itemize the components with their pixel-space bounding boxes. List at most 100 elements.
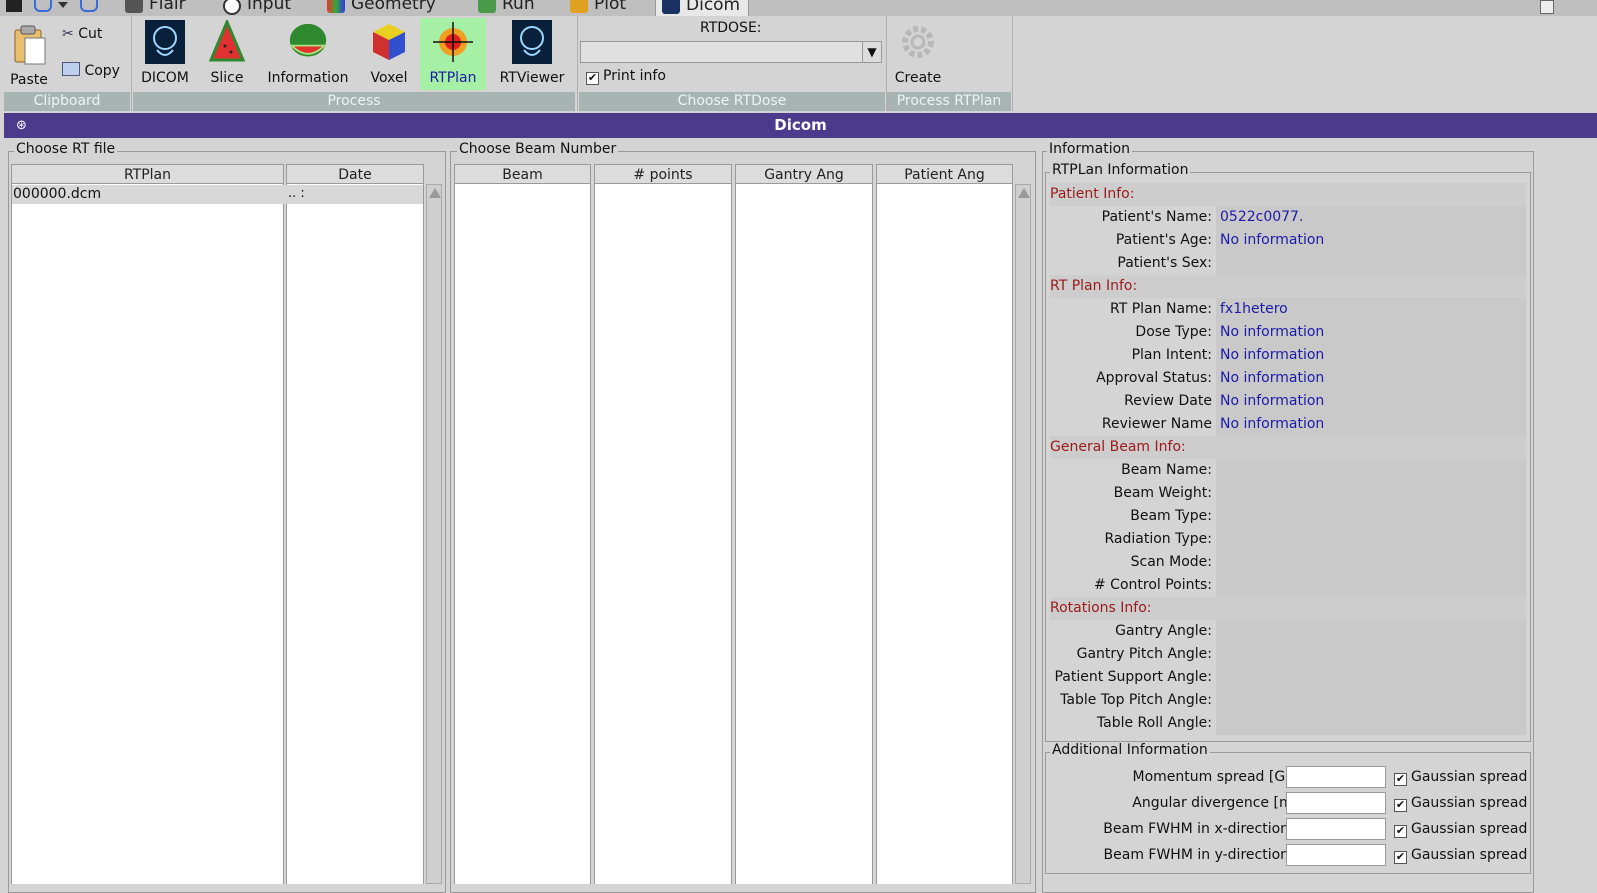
tab-geometry[interactable]: Geometry [327,0,436,16]
date-column [286,184,424,884]
patient-age-value: No information [1216,229,1526,252]
dropdown-arrow-icon[interactable] [58,2,68,8]
checkbox-check-icon[interactable]: ✔ [1394,799,1407,812]
angular-divergence-input[interactable] [1286,792,1386,814]
gaussian-spread-label: Gaussian spread [1411,821,1528,837]
copy-button[interactable]: Copy [62,62,120,79]
rtplan-column-header[interactable]: RTPlan [11,164,284,184]
plan-name-value: fx1hetero [1216,298,1526,321]
tab-label: Input [247,0,292,14]
field-label: Table Roll Angle: [1096,715,1212,731]
rtplan-button[interactable]: RTPlan [420,18,486,90]
patient-age-row: Patient's Age: No information [1050,229,1526,252]
beam-weight-value [1216,482,1526,505]
window-restore-icon[interactable] [1540,0,1554,14]
checkbox-check-icon[interactable]: ✔ [1394,851,1407,864]
field-label: Beam Type: [1130,508,1212,524]
tab-label: Plot [594,0,627,14]
redo-icon[interactable] [80,0,98,12]
gaussian-spread-checkbox[interactable]: ✔ Gaussian spread [1394,847,1527,864]
scan-mode-row: Scan Mode: [1050,551,1526,574]
gaussian-spread-checkbox[interactable]: ✔ Gaussian spread [1394,795,1527,812]
beam-column [454,184,591,884]
copy-icon [62,62,80,76]
choose-rtdose-group-label: Choose RTDose [579,92,885,111]
tab-run[interactable]: Run [478,0,535,16]
information-button[interactable]: Information [262,20,354,86]
gaussian-spread-checkbox[interactable]: ✔ Gaussian spread [1394,821,1527,838]
control-points-row: # Control Points: [1050,574,1526,597]
control-points-value [1216,574,1526,597]
beam-info-section: General Beam Info: [1050,436,1526,459]
cut-button[interactable]: ✂ Cut [62,26,102,42]
field-label: Patient's Sex: [1117,255,1212,271]
input-icon [223,0,241,15]
field-label: Patient Support Angle: [1054,669,1212,685]
watermelon-icon [289,23,327,57]
field-label: Beam Name: [1121,462,1212,478]
print-info-checkbox[interactable]: ✔ Print info [586,68,666,85]
process-group-label: Process [133,92,575,111]
beam-fwhm-y-input[interactable] [1286,844,1386,866]
create-label: Create [894,70,942,86]
patient-angle-column-header[interactable]: Patient Ang [876,164,1013,184]
date-column-header[interactable]: Date [286,164,424,184]
tab-input[interactable]: Input [223,0,291,16]
checkbox-check-icon[interactable]: ✔ [1394,773,1407,786]
momentum-spread-input[interactable] [1286,766,1386,788]
patient-sex-value [1216,252,1526,275]
tab-dicom[interactable]: Dicom [655,0,750,16]
section-label: Rotations Info: [1050,600,1152,616]
scroll-up-icon[interactable] [429,188,441,198]
field-label: Beam Weight: [1113,485,1212,501]
slice-button[interactable]: Slice [204,18,250,86]
save-icon[interactable] [6,0,22,12]
slice-label: Slice [210,70,244,86]
gaussian-spread-checkbox[interactable]: ✔ Gaussian spread [1394,769,1527,786]
field-label: Gantry Angle: [1115,623,1212,639]
field-label: # Control Points: [1093,577,1212,593]
voxel-button[interactable]: Voxel [364,20,414,86]
beam-weight-row: Beam Weight: [1050,482,1526,505]
field-label: Review Date [1124,393,1212,409]
field-label: Plan Intent: [1131,347,1212,363]
gantry-angle-column-header[interactable]: Gantry Ang [735,164,873,184]
tab-flair[interactable]: Flair [125,0,186,16]
points-column-header[interactable]: # points [594,164,732,184]
tab-label: Flair [149,0,186,14]
table-row[interactable]: 000000.dcm .. : [12,185,423,204]
gaussian-spread-label: Gaussian spread [1411,795,1528,811]
paste-button[interactable]: Paste [6,22,52,88]
paste-label: Paste [10,72,48,88]
rtviewer-label: RTViewer [499,70,565,86]
rtdose-combobox[interactable]: ▼ [580,41,882,63]
beam-scrollbar[interactable] [1015,184,1031,884]
close-icon[interactable]: ⊛ [16,113,27,138]
rtviewer-head-icon [512,20,552,64]
create-button[interactable]: Create [890,20,946,86]
scan-mode-value [1216,551,1526,574]
points-column [594,184,732,884]
patient-support-row: Patient Support Angle: [1050,666,1526,689]
gaussian-spread-label: Gaussian spread [1411,847,1528,863]
rtviewer-button[interactable]: RTViewer [494,20,570,86]
rtfile-scrollbar[interactable] [426,184,442,884]
process-rtplan-group-label: Process RTPlan [887,92,1011,111]
tab-plot[interactable]: Plot [570,0,626,16]
beam-column-header[interactable]: Beam [454,164,591,184]
plan-intent-row: Plan Intent: No information [1050,344,1526,367]
table-top-pitch-row: Table Top Pitch Angle: [1050,689,1526,712]
print-info-label: Print info [603,68,666,84]
dicom-button[interactable]: DICOM [138,20,192,86]
chevron-down-icon[interactable]: ▼ [862,42,881,62]
checkbox-check-icon[interactable]: ✔ [1394,825,1407,838]
checkbox-check-icon[interactable]: ✔ [586,72,599,85]
scroll-up-icon[interactable] [1018,188,1030,198]
undo-icon[interactable] [34,0,52,12]
beam-fwhm-x-input[interactable] [1286,818,1386,840]
tab-label: Dicom [686,0,741,15]
beam-name-row: Beam Name: [1050,459,1526,482]
tab-label: Geometry [351,0,436,14]
patient-support-value [1216,666,1526,689]
dicom-label: DICOM [141,70,189,86]
